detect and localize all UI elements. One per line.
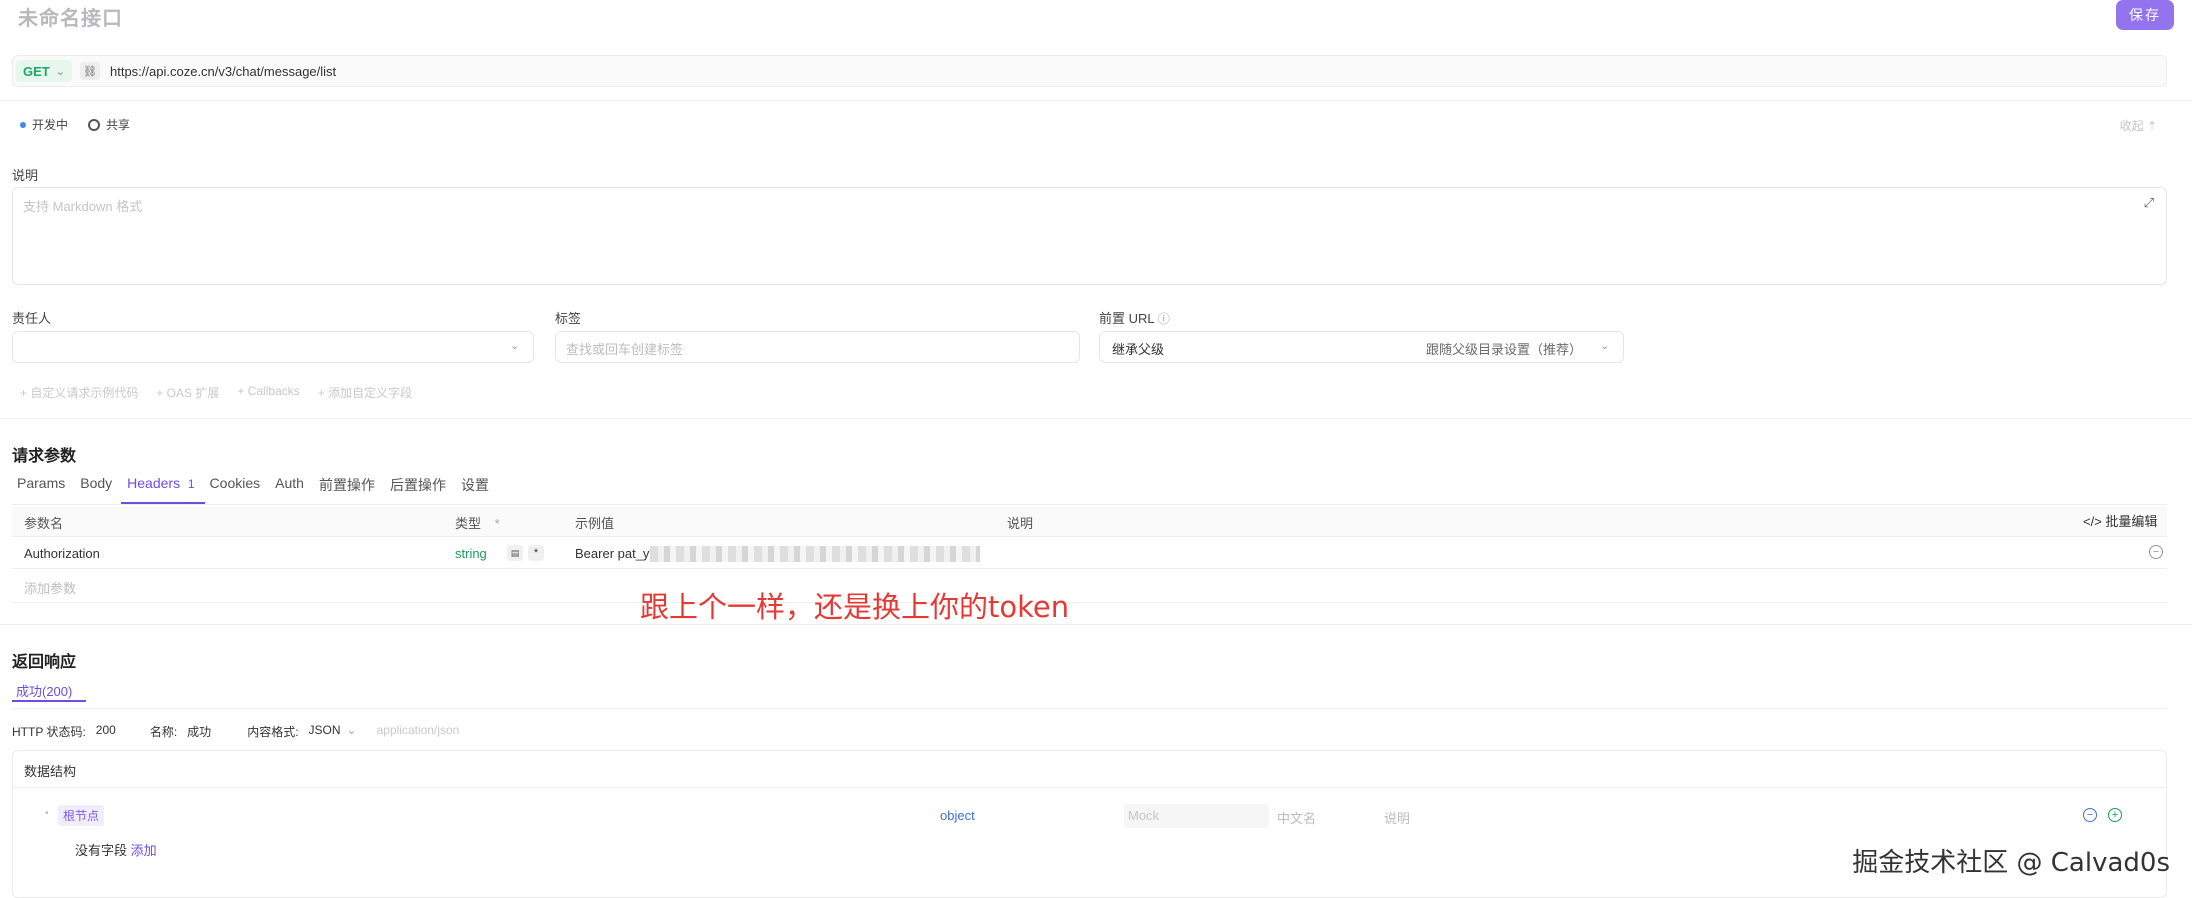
root-node-tag[interactable]: 根节点 xyxy=(58,805,105,826)
collapse-button[interactable]: 收起 ⇡ xyxy=(2120,117,2157,134)
col-desc: 说明 xyxy=(1007,516,1034,531)
table-header xyxy=(12,507,2167,537)
desc-input[interactable]: 说明 xyxy=(1384,808,1410,827)
mock-input[interactable]: Mock xyxy=(1124,804,1269,828)
divider xyxy=(0,100,2192,101)
http-status-value[interactable]: 200 xyxy=(96,723,116,740)
chevron-down-icon: ⌄ xyxy=(1600,340,1610,352)
col-type-label: 类型 xyxy=(455,516,482,531)
response-title: 返回响应 xyxy=(12,654,77,671)
tab-success-200[interactable]: 成功(200) xyxy=(16,681,72,700)
custom-code-link[interactable]: + 自定义请求示例代码 xyxy=(20,384,138,401)
method-label: GET xyxy=(23,63,50,79)
root-type[interactable]: object xyxy=(940,808,975,823)
redacted-token xyxy=(650,546,980,562)
format-select[interactable]: JSON xyxy=(309,723,341,740)
extras-row: + 自定义请求示例代码 + OAS 扩展 + Callbacks + 添加自定义… xyxy=(20,384,412,401)
tags-label: 标签 xyxy=(555,311,582,326)
bulk-edit-label: 批量编辑 xyxy=(2105,514,2158,529)
schema-title: 数据结构 xyxy=(24,764,77,779)
description-placeholder: 支持 Markdown 格式 xyxy=(23,199,143,214)
method-select[interactable]: GET ⌄ xyxy=(16,60,72,82)
prefix-url-value: 继承父级 xyxy=(1112,342,1165,357)
share-label: 共享 xyxy=(106,118,131,132)
add-param-input[interactable]: 添加参数 xyxy=(24,578,76,597)
status-dot-icon xyxy=(20,121,26,128)
expand-icon[interactable]: ⤢ xyxy=(2144,195,2154,211)
cn-name-input[interactable]: 中文名 xyxy=(1277,808,1316,827)
divider xyxy=(12,602,2167,603)
owner-select[interactable] xyxy=(12,331,534,363)
params-tabs: Params Body Headers 1 Cookies Auth 前置操作 … xyxy=(17,475,504,495)
tab-auth[interactable]: Auth xyxy=(275,475,304,495)
divider xyxy=(12,708,2167,709)
remove-icon[interactable]: − xyxy=(2149,545,2163,559)
callbacks-link[interactable]: + Callbacks xyxy=(237,384,299,401)
chevron-down-icon: ⌄ xyxy=(510,340,520,352)
oas-extension-link[interactable]: + OAS 扩展 xyxy=(156,384,219,401)
owner-label: 责任人 xyxy=(12,311,52,326)
prefix-url-label-text: 前置 URL xyxy=(1099,311,1155,326)
tab-settings[interactable]: 设置 xyxy=(461,475,489,495)
divider xyxy=(0,418,2192,419)
response-meta: HTTP 状态码: 200 名称: 成功 内容格式: JSON ⌄ applic… xyxy=(12,723,459,740)
param-name[interactable]: Authorization xyxy=(24,546,100,561)
schema-header xyxy=(12,750,2167,788)
tab-headers-count: 1 xyxy=(187,477,195,491)
no-fields-row: 没有字段 添加 xyxy=(75,840,157,859)
globe-icon xyxy=(88,118,100,131)
add-field-link[interactable]: 添加 xyxy=(131,843,157,858)
name-value[interactable]: 成功 xyxy=(187,723,211,740)
info-icon: ⓘ xyxy=(1157,312,1170,326)
tab-pre-actions[interactable]: 前置操作 xyxy=(319,475,375,495)
tags-placeholder: 查找或回车创建标签 xyxy=(566,342,684,357)
chevron-down-icon: ⌄ xyxy=(346,723,357,737)
table-row xyxy=(12,536,2167,569)
url-input[interactable]: https://api.coze.cn/v3/chat/message/list xyxy=(110,64,336,79)
collapse-label: 收起 xyxy=(2119,119,2144,133)
annotation-text: 跟上个一样，还是换上你的token xyxy=(640,590,1070,624)
field-options-icon[interactable]: ▤ xyxy=(507,545,523,561)
http-status-label: HTTP 状态码: xyxy=(12,725,86,739)
param-type[interactable]: string xyxy=(455,546,487,561)
tab-cookies[interactable]: Cookies xyxy=(210,475,261,495)
share-toggle[interactable]: 共享 xyxy=(88,116,130,133)
divider xyxy=(12,504,2167,505)
description-textarea[interactable] xyxy=(12,187,2167,285)
custom-field-link[interactable]: + 添加自定义字段 xyxy=(318,384,412,401)
status-label: 开发中 xyxy=(32,118,69,132)
remove-icon[interactable]: − xyxy=(2083,808,2097,822)
col-name: 参数名 xyxy=(24,516,64,531)
prefix-url-label: 前置 URL ⓘ xyxy=(1099,308,1170,327)
content-type: application/json xyxy=(376,723,460,737)
name-label: 名称: xyxy=(149,725,178,739)
add-icon[interactable]: + xyxy=(2108,808,2122,822)
request-params-title: 请求参数 xyxy=(12,448,77,465)
tab-post-actions[interactable]: 后置操作 xyxy=(390,475,446,495)
prefix-url-hint: 跟随父级目录设置（推荐） xyxy=(1426,342,1583,357)
watermark: 掘金技术社区 @ Calvad0s xyxy=(1852,848,2170,878)
tab-headers[interactable]: Headers 1 xyxy=(127,475,194,495)
col-example: 示例值 xyxy=(575,516,615,531)
tab-params[interactable]: Params xyxy=(17,475,65,495)
link-icon[interactable]: ⛓ xyxy=(80,62,100,80)
bulk-edit-button[interactable]: </> 批量编辑 xyxy=(2083,511,2157,530)
active-tab-indicator xyxy=(12,700,86,702)
tab-body[interactable]: Body xyxy=(80,475,112,495)
no-fields-text: 没有字段 xyxy=(75,843,128,858)
divider xyxy=(0,624,2192,625)
save-button[interactable]: 保存 xyxy=(2116,0,2174,30)
description-label: 说明 xyxy=(12,168,39,183)
format-label: 内容格式: xyxy=(247,725,299,739)
page-title[interactable]: 未命名接口 xyxy=(18,2,123,31)
col-type: 类型 * xyxy=(455,516,500,531)
required-toggle[interactable]: * xyxy=(528,545,544,561)
status-select[interactable]: 开发中 xyxy=(20,116,68,133)
param-example[interactable]: Bearer pat_y xyxy=(575,546,649,561)
code-icon: </> xyxy=(2083,514,2102,529)
chevron-down-icon: ⌄ xyxy=(55,65,65,78)
tab-headers-label: Headers xyxy=(127,475,181,491)
bullet-icon: • xyxy=(45,808,49,819)
